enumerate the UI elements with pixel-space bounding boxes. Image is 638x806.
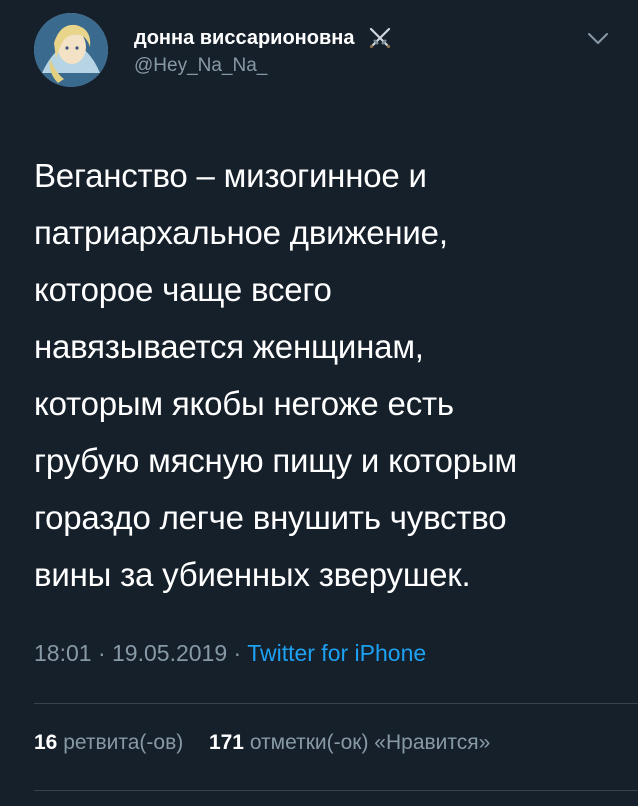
crossed-swords-icon — [369, 27, 391, 49]
meta-separator: · — [97, 640, 106, 666]
tweet-text: Веганство – мизогинное и патриархальное … — [34, 157, 517, 593]
author-block[interactable]: донна виссарионовна @Hey_Na_Na_ — [134, 25, 393, 77]
tweet-date: 19.05.2019 — [112, 640, 228, 666]
tweet-header: донна виссарионовна @Hey_Na_Na_ — [0, 0, 638, 120]
author-handle[interactable]: @Hey_Na_Na_ — [134, 55, 393, 77]
divider — [34, 703, 638, 704]
avatar[interactable] — [34, 13, 108, 87]
avatar-image — [34, 13, 108, 87]
divider — [34, 790, 638, 791]
tweet-source-link[interactable]: Twitter for iPhone — [247, 640, 426, 666]
retweets-count: 16 — [34, 731, 58, 754]
likes-label: отметки(-ок) «Нравится» — [249, 731, 491, 754]
likes-count: 171 — [208, 731, 244, 754]
likes-stat[interactable]: 171 отметки(-ок) «Нравится» — [203, 731, 490, 754]
chevron-down-icon[interactable] — [587, 32, 609, 46]
tweet-time: 18:01 — [34, 640, 92, 666]
retweets-stat[interactable]: 16 ретвита(-ов) — [34, 731, 189, 754]
tweet-meta: 18:01 · 19.05.2019 · Twitter for iPhone — [34, 640, 426, 667]
tweet-stats: 16 ретвита(-ов) 171 отметки(-ок) «Нравит… — [34, 731, 490, 755]
retweets-label: ретвита(-ов) — [63, 731, 184, 754]
author-name[interactable]: донна виссарионовна — [134, 27, 354, 50]
meta-separator: · — [233, 640, 242, 666]
